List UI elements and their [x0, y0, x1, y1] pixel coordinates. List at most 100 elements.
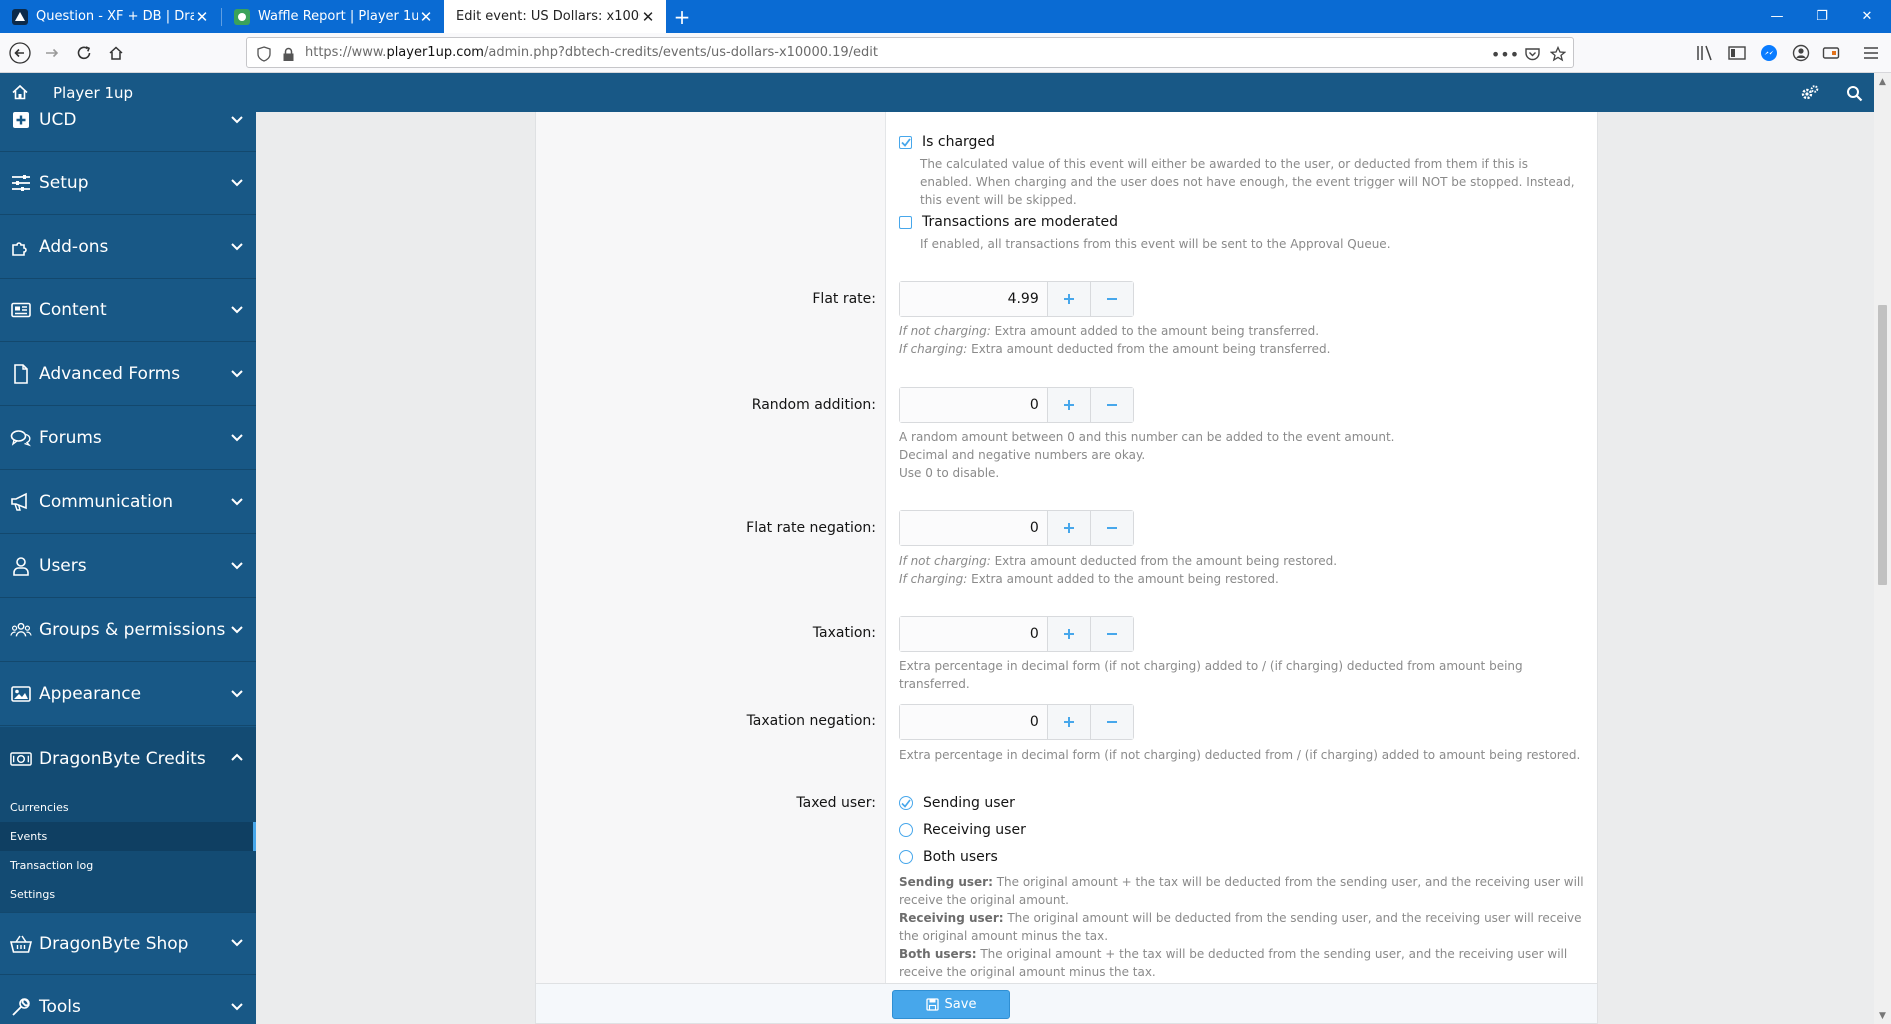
- restore-icon[interactable]: ❐: [1800, 0, 1844, 33]
- moderated-label: Transactions are moderated: [922, 214, 1118, 230]
- admin-header: Player 1up: [0, 73, 1874, 112]
- sidebar-section-groups-permissions[interactable]: Groups & permissions: [0, 599, 256, 662]
- radio-unselected[interactable]: [899, 823, 913, 837]
- lock-icon[interactable]: [279, 45, 297, 63]
- sidebar-toggle-icon[interactable]: [1726, 42, 1748, 64]
- increment-button[interactable]: [1047, 511, 1091, 545]
- sidebar-section-dragonbyte-credits[interactable]: DragonByte Credits: [0, 727, 256, 790]
- is-charged-option[interactable]: Is charged: [899, 134, 995, 150]
- taxed-user-option-both[interactable]: Both users: [899, 849, 998, 865]
- save-button[interactable]: Save: [892, 990, 1010, 1019]
- taxed-user-option-receiving[interactable]: Receiving user: [899, 822, 1026, 838]
- page-actions-icon[interactable]: •••: [1491, 45, 1519, 64]
- window-close-icon[interactable]: ✕: [1845, 0, 1889, 33]
- tab-close-icon[interactable]: ✕: [418, 8, 434, 26]
- main-content: Is charged The calculated value of this …: [256, 112, 1874, 1024]
- increment-button[interactable]: [1047, 705, 1091, 739]
- decrement-button[interactable]: [1090, 511, 1133, 545]
- tab-close-icon[interactable]: ✕: [194, 8, 210, 26]
- taxation-label: Taxation:: [812, 625, 876, 641]
- home-icon[interactable]: [11, 83, 29, 101]
- chevron-down-icon: [230, 303, 244, 318]
- browser-tab-waffle-report[interactable]: Waffle Report | Player 1up ✕: [222, 0, 444, 33]
- taxed-user-option-sending[interactable]: Sending user: [899, 795, 1015, 811]
- cogs-icon[interactable]: [1799, 82, 1821, 104]
- sidebar-item-transaction-log[interactable]: Transaction log: [0, 851, 256, 880]
- board-title[interactable]: Player 1up: [53, 84, 133, 102]
- dragonbyte-favicon-icon: [12, 8, 28, 25]
- random-addition-value[interactable]: 0: [900, 388, 1048, 422]
- back-icon[interactable]: [6, 39, 34, 67]
- tab-close-icon[interactable]: ✕: [640, 8, 656, 26]
- explain-term: Sending user:: [899, 875, 993, 889]
- new-tab-icon[interactable]: +: [668, 0, 696, 33]
- image-icon: [10, 683, 32, 705]
- bookmark-star-icon[interactable]: [1549, 45, 1567, 63]
- sidebar-section-users[interactable]: Users: [0, 535, 256, 598]
- sidebar-section-communication[interactable]: Communication: [0, 471, 256, 534]
- is-charged-checkbox[interactable]: [899, 135, 912, 149]
- browser-tab-dragonbyte[interactable]: Question - XF + DB | DragonByte ✕: [0, 0, 220, 33]
- chevron-down-icon: [230, 113, 244, 128]
- sidebar-section-label: DragonByte Credits: [39, 748, 206, 769]
- taxation-negation-input[interactable]: 0: [899, 704, 1134, 740]
- flat-rate-value[interactable]: 4.99: [900, 282, 1048, 316]
- taxation-input[interactable]: 0: [899, 616, 1134, 652]
- moderated-checkbox[interactable]: [899, 215, 912, 229]
- flat-rate-hint: If not charging: Extra amount added to t…: [899, 322, 1589, 358]
- scroll-down-icon[interactable]: ▼: [1874, 1007, 1891, 1024]
- flat-rate-negation-hint: If not charging: Extra amount deducted f…: [899, 552, 1589, 588]
- sidebar-section-ucd[interactable]: UCD: [0, 112, 256, 152]
- decrement-button[interactable]: [1090, 388, 1133, 422]
- sidebar-section-dragonbyte-shop[interactable]: DragonByte Shop: [0, 912, 256, 975]
- reload-icon[interactable]: [70, 39, 98, 67]
- radio-selected[interactable]: [899, 796, 913, 810]
- forward-icon[interactable]: [38, 39, 66, 67]
- save-label: Save: [944, 997, 977, 1012]
- sidebar-section-advanced-forms[interactable]: Advanced Forms: [0, 343, 256, 406]
- sidebar-section-setup[interactable]: Setup: [0, 152, 256, 215]
- sidebar-section-label: UCD: [39, 112, 77, 130]
- random-addition-input[interactable]: 0: [899, 387, 1134, 423]
- moderated-explain: If enabled, all transactions from this e…: [920, 237, 1391, 251]
- decrement-button[interactable]: [1090, 705, 1133, 739]
- moderated-option[interactable]: Transactions are moderated: [899, 214, 1118, 230]
- account-icon[interactable]: [1790, 42, 1812, 64]
- increment-button[interactable]: [1047, 617, 1091, 651]
- sidebar-section-content[interactable]: Content: [0, 279, 256, 342]
- browser-tab-edit-event[interactable]: Edit event: US Dollars: x10000 | Play ✕: [444, 0, 666, 33]
- sidebar-section-appearance[interactable]: Appearance: [0, 663, 256, 726]
- decrement-button[interactable]: [1090, 282, 1133, 316]
- sidebar-item-currencies[interactable]: Currencies: [0, 793, 256, 822]
- pocket-icon[interactable]: [1523, 45, 1541, 63]
- flat-rate-negation-value[interactable]: 0: [900, 511, 1048, 545]
- user-icon: [10, 555, 32, 577]
- taxation-negation-value[interactable]: 0: [900, 705, 1048, 739]
- url-text[interactable]: https://www.player1up.com/admin.php?dbte…: [305, 45, 878, 60]
- taxation-value[interactable]: 0: [900, 617, 1048, 651]
- sidebar-section-add-ons[interactable]: Add-ons: [0, 216, 256, 279]
- radio-unselected[interactable]: [899, 850, 913, 864]
- minimize-icon[interactable]: —: [1755, 0, 1799, 33]
- shield-icon[interactable]: [255, 45, 273, 63]
- extension-icon[interactable]: [1820, 42, 1842, 64]
- sidebar-section-tools[interactable]: Tools: [0, 976, 256, 1024]
- sidebar-item-settings[interactable]: Settings: [0, 880, 256, 909]
- chevron-down-icon: [230, 1000, 244, 1015]
- search-icon[interactable]: [1843, 82, 1865, 104]
- home-icon[interactable]: [102, 39, 130, 67]
- increment-button[interactable]: [1047, 388, 1091, 422]
- messenger-icon[interactable]: [1758, 42, 1780, 64]
- library-icon[interactable]: [1694, 42, 1716, 64]
- sidebar-item-events[interactable]: Events: [0, 822, 256, 851]
- flat-rate-input[interactable]: 4.99: [899, 281, 1134, 317]
- sidebar-section-forums[interactable]: Forums: [0, 407, 256, 470]
- scrollbar-thumb[interactable]: [1878, 305, 1887, 585]
- scroll-up-icon[interactable]: ▲: [1874, 73, 1891, 90]
- menu-icon[interactable]: [1860, 42, 1882, 64]
- increment-button[interactable]: [1047, 282, 1091, 316]
- flat-rate-negation-input[interactable]: 0: [899, 510, 1134, 546]
- url-bar[interactable]: https://www.player1up.com/admin.php?dbte…: [246, 37, 1574, 68]
- decrement-button[interactable]: [1090, 617, 1133, 651]
- page-scrollbar[interactable]: ▲ ▼: [1874, 73, 1891, 1024]
